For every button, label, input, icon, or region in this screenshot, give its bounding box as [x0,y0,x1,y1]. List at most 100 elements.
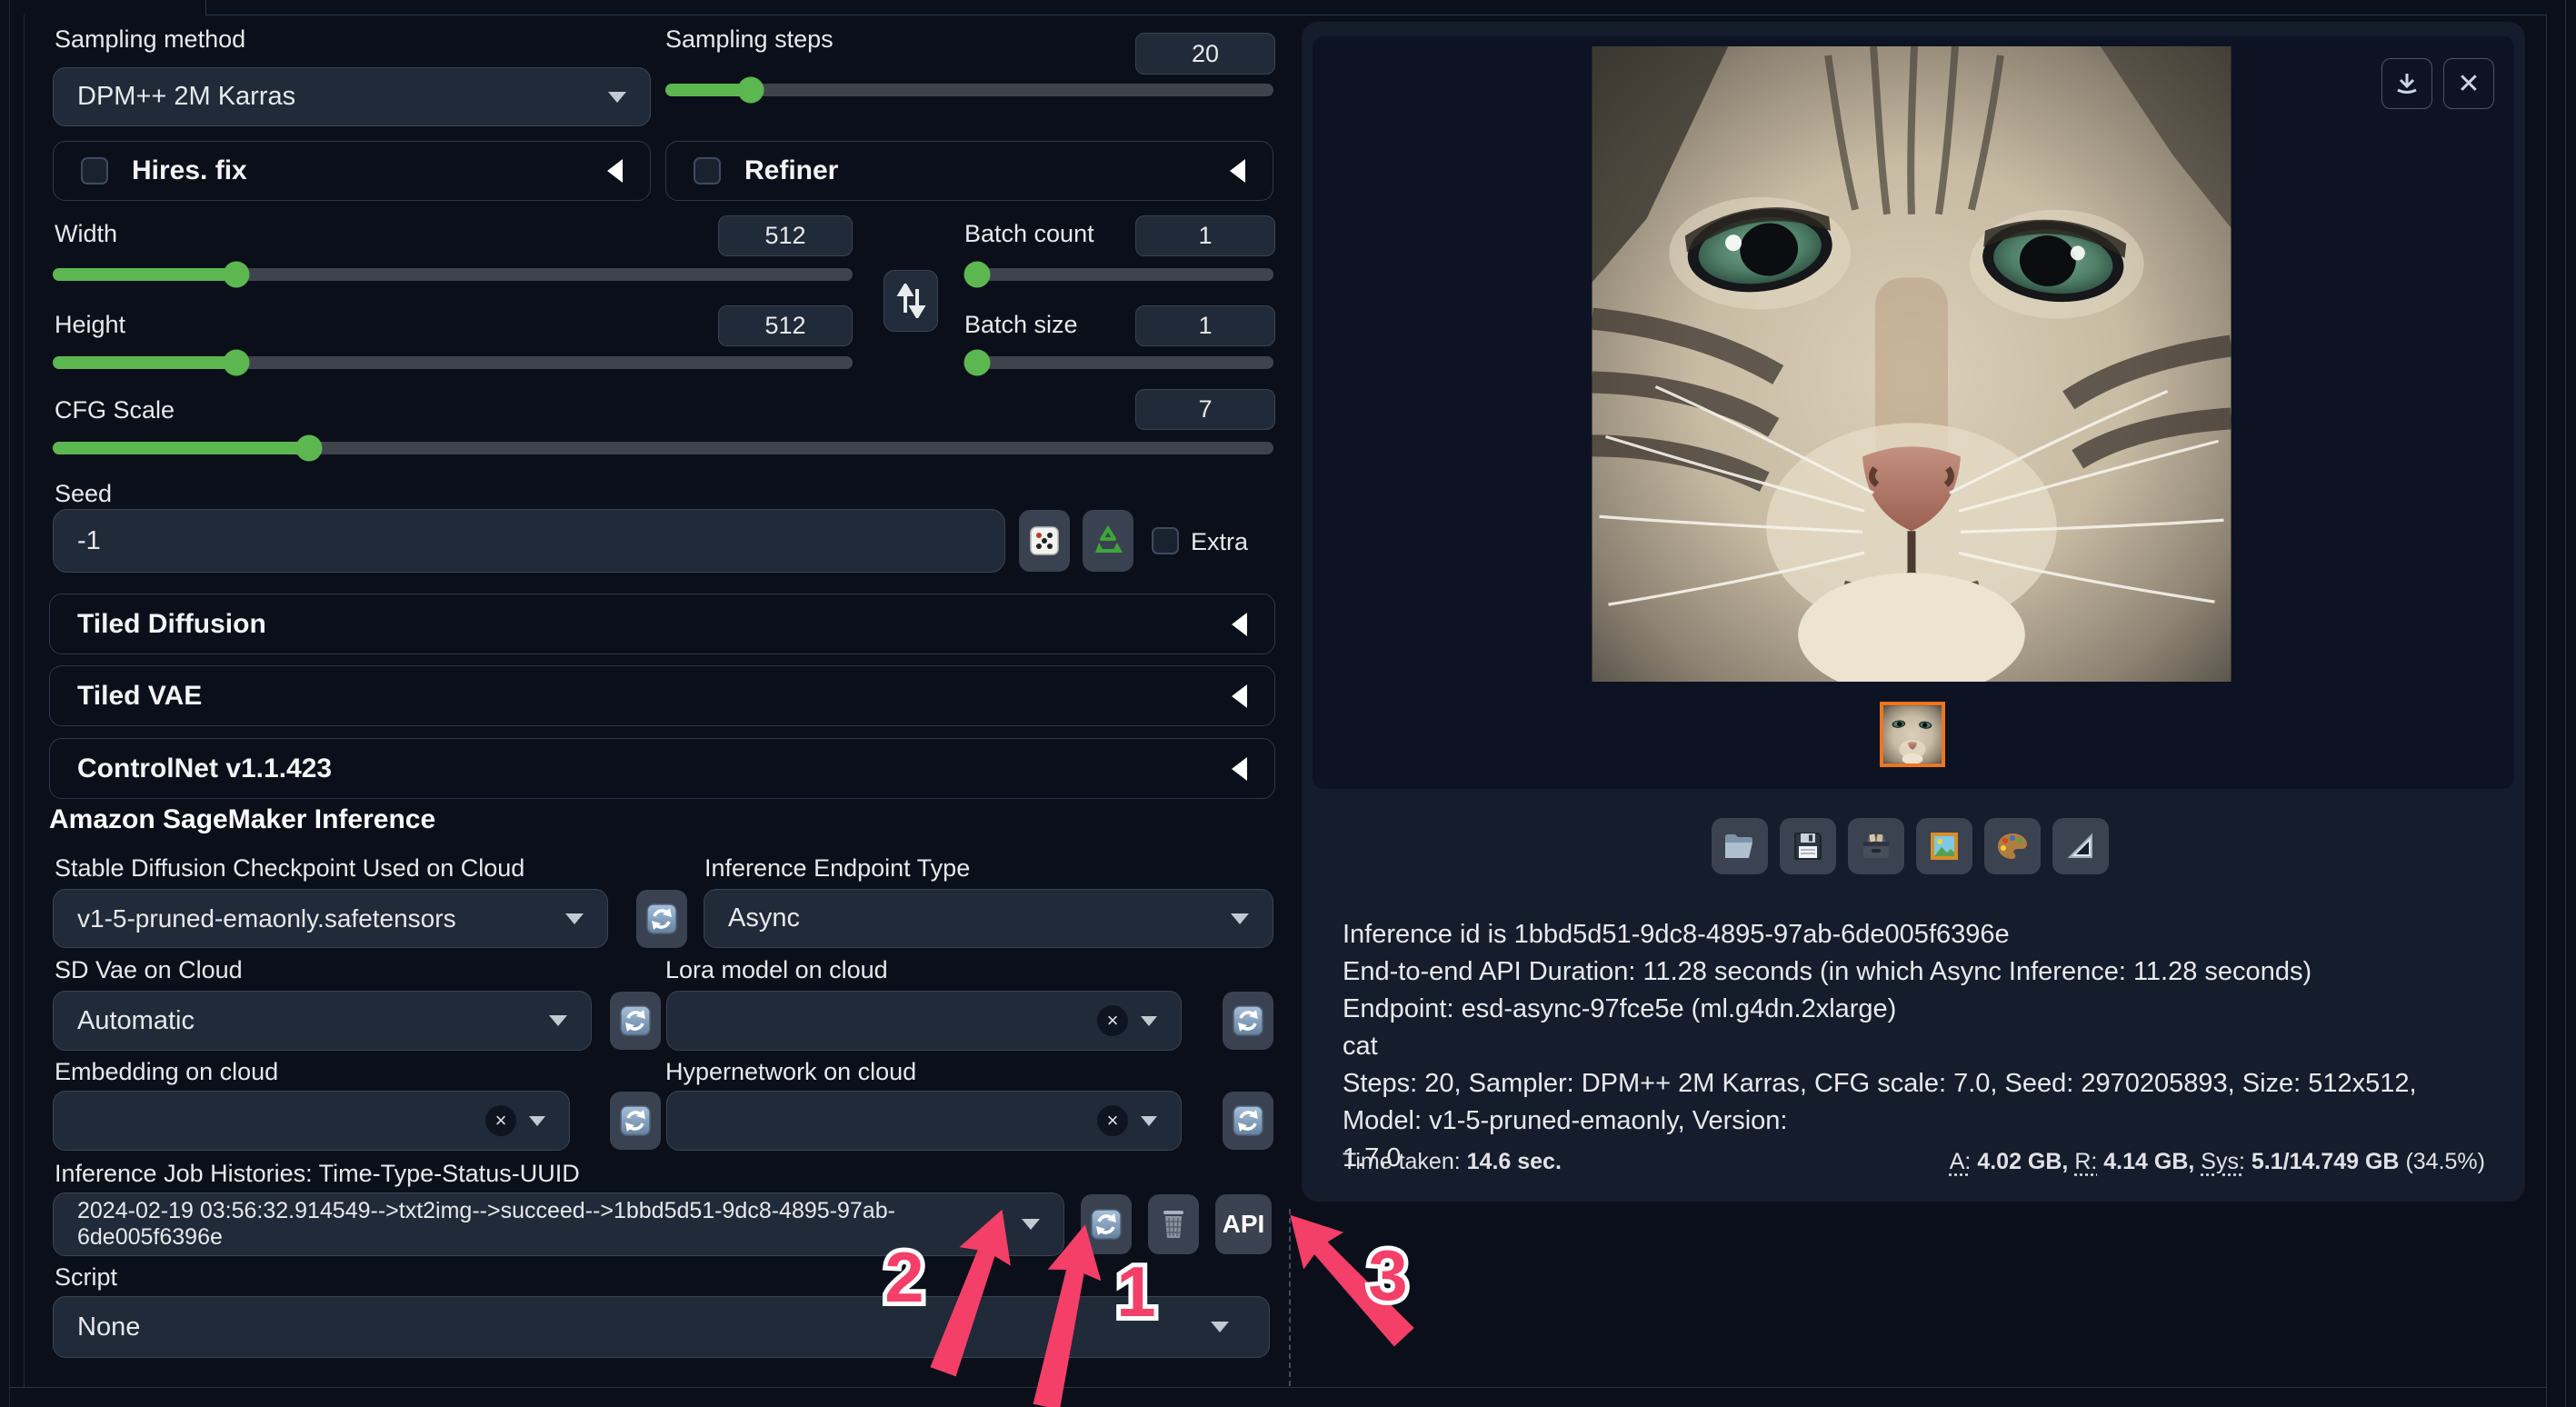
annotation-number-3: 3 [1368,1235,1407,1315]
send-to-extras-button[interactable] [2052,818,2109,874]
annotation-arrow-3: 3 [1236,1172,1509,1391]
annotation-arrow-1: 1 [964,1182,1236,1407]
sampling-method-dropdown[interactable]: DPM++ 2M Karras [53,67,651,126]
save-image-button[interactable] [1780,818,1836,874]
generated-image[interactable] [1592,46,2232,682]
script-value: None [77,1312,140,1342]
hypernetwork-multiselect[interactable]: × [666,1091,1182,1151]
hires-fix-accordion[interactable]: Hires. fix [53,141,651,201]
inference-info: Inference id is 1bbd5d51-9dc8-4895-97ab-… [1343,916,2497,1177]
swap-arrows-icon [895,284,926,318]
cfg-scale-slider[interactable] [53,442,1273,454]
lora-multiselect[interactable]: × [666,991,1182,1051]
clear-selection-icon[interactable]: × [485,1105,516,1136]
accordion-label: Tiled VAE [77,681,202,712]
floppy-icon [1792,831,1823,862]
swap-dimensions-button[interactable] [884,270,938,332]
slider-thumb[interactable] [224,262,250,288]
endpoint-type-label: Inference Endpoint Type [704,854,970,883]
embedding-multiselect[interactable]: × [53,1091,570,1151]
tab-panel-right-border [2546,15,2547,1407]
refresh-embedding-button[interactable] [610,1092,661,1150]
open-folder-button[interactable] [1712,818,1768,874]
extra-seed-label: Extra [1191,528,1248,556]
width-value: 512 [764,222,805,250]
slider-thumb[interactable] [737,77,764,104]
mem-sys-label: Sys: [2201,1149,2245,1174]
width-slider[interactable] [53,268,853,281]
job-histories-label: Inference Job Histories: Time-Type-Statu… [55,1160,580,1188]
thumbnail-image [1883,705,1942,763]
card-file-box-icon [1860,831,1892,862]
ruler-icon [2065,831,2096,862]
save-zip-button[interactable] [1848,818,1904,874]
slider-thumb[interactable] [964,350,990,376]
refiner-accordion[interactable]: Refiner [665,141,1273,201]
palette-icon [1996,832,2029,861]
download-image-button[interactable] [2381,58,2432,109]
close-gallery-button[interactable]: ✕ [2443,58,2494,109]
accordion-controlnet[interactable]: ControlNet v1.1.423 [49,738,1275,799]
sd-vae-label: SD Vae on Cloud [55,956,243,984]
refiner-checkbox[interactable] [694,157,721,185]
hires-fix-checkbox[interactable] [81,157,108,185]
cfg-scale-input[interactable]: 7 [1135,389,1275,430]
height-slider[interactable] [53,356,853,369]
refiner-label: Refiner [744,155,838,186]
reuse-seed-button[interactable] [1083,510,1133,572]
slider-thumb[interactable] [296,435,323,462]
sd-vae-dropdown[interactable]: Automatic [53,991,592,1051]
result-panel: ✕ [1302,22,2525,1202]
height-input[interactable]: 512 [718,305,853,346]
app-root: Sampling method DPM++ 2M Karras Sampling… [0,0,2576,1407]
clear-selection-icon[interactable]: × [1097,1105,1128,1136]
slider-fill [53,442,309,454]
width-input[interactable]: 512 [718,215,853,256]
refresh-icon [619,1104,652,1137]
api-duration-line: End-to-end API Duration: 11.28 seconds (… [1343,953,2497,991]
refresh-vae-button[interactable] [610,992,661,1050]
sampling-steps-input[interactable]: 20 [1135,33,1275,75]
sampling-steps-slider[interactable] [665,84,1273,96]
mem-pct: (34.5%) [2405,1149,2485,1174]
clear-selection-icon[interactable]: × [1097,1005,1128,1036]
batch-size-slider[interactable] [964,356,1273,369]
batch-count-label: Batch count [964,220,1094,248]
checkpoint-dropdown[interactable]: v1-5-pruned-emaonly.safetensors [53,889,608,948]
time-taken-label: Time taken: [1343,1149,1461,1174]
sampling-method-value: DPM++ 2M Karras [77,82,295,112]
recycle-icon [1092,524,1124,557]
chevron-down-icon [549,1015,567,1026]
accordion-tiled-diffusion[interactable]: Tiled Diffusion [49,594,1275,654]
batch-size-input[interactable]: 1 [1135,305,1275,346]
refresh-icon [619,1004,652,1037]
chevron-down-icon [1231,913,1249,924]
send-to-img2img-button[interactable] [1916,818,1972,874]
accordion-collapsed-icon [1232,613,1247,636]
slider-thumb[interactable] [964,262,990,288]
time-taken-value: 14.6 sec. [1467,1149,1562,1174]
mem-r-value: 4.14 GB, [2103,1149,2194,1174]
hires-fix-label: Hires. fix [132,155,247,186]
seed-input[interactable]: -1 [53,509,1005,573]
batch-count-input[interactable]: 1 [1135,215,1275,256]
extra-seed-checkbox[interactable] [1152,527,1179,554]
slider-thumb[interactable] [224,350,250,376]
refresh-hypernetwork-button[interactable] [1223,1092,1273,1150]
tab-separator-notch [205,0,206,15]
refresh-checkpoint-button[interactable] [636,890,687,948]
refresh-lora-button[interactable] [1223,992,1273,1050]
random-seed-button[interactable] [1019,510,1070,572]
accordion-tiled-vae[interactable]: Tiled VAE [49,665,1275,726]
chevron-down-icon [529,1116,545,1126]
endpoint-type-dropdown[interactable]: Async [704,889,1273,948]
sampling-steps-value: 20 [1192,40,1219,68]
thumbnail-selected[interactable] [1880,702,1945,767]
accordion-collapsed-icon [607,159,623,183]
send-to-inpaint-button[interactable] [1984,818,2041,874]
framed-picture-icon [1929,831,1960,862]
inference-id-line: Inference id is 1bbd5d51-9dc8-4895-97ab-… [1343,916,2497,953]
chevron-down-icon [1141,1016,1157,1026]
accordion-collapsed-icon [1230,159,1245,183]
batch-count-slider[interactable] [964,268,1273,281]
